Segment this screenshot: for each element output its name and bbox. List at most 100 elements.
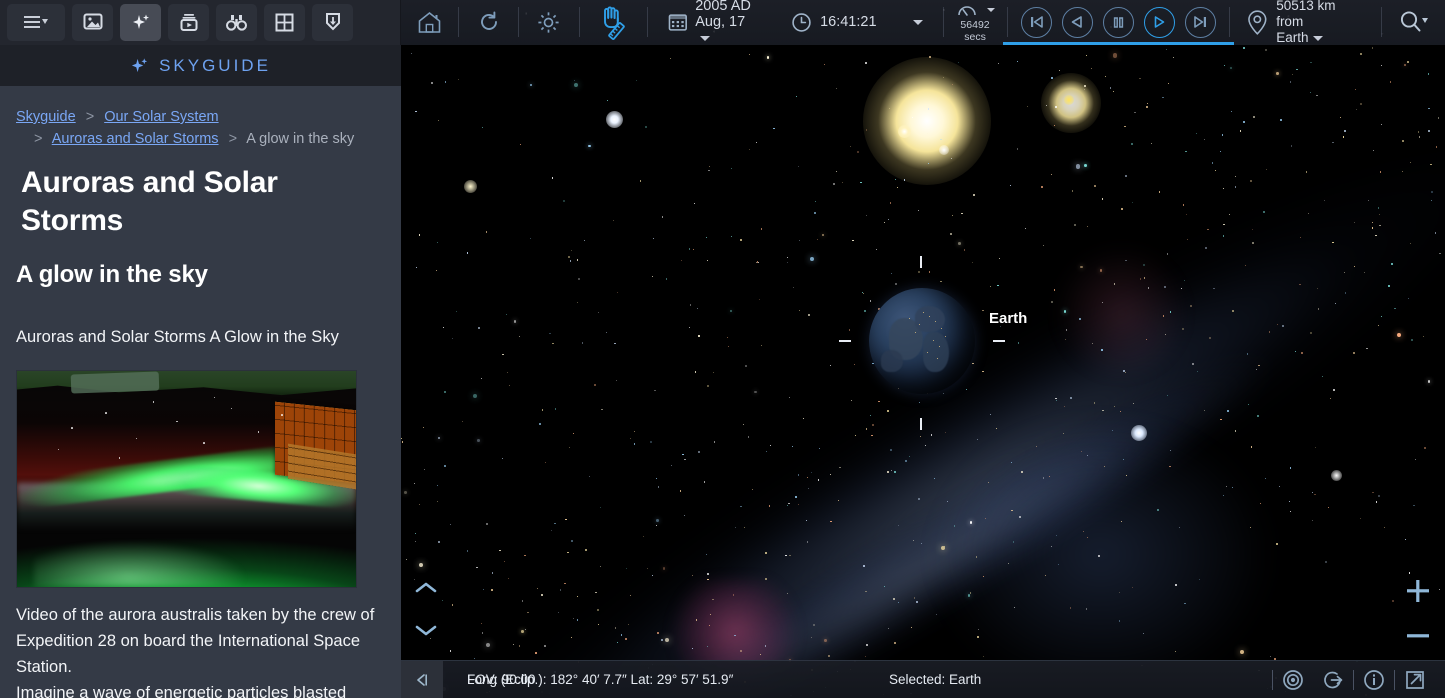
zoom-out-button[interactable] — [1405, 623, 1431, 649]
skyguide-button[interactable] — [120, 4, 161, 41]
star — [928, 108, 929, 109]
star — [890, 449, 892, 451]
star — [851, 400, 852, 401]
star — [563, 200, 565, 202]
jump-to-start-button[interactable] — [1021, 7, 1052, 38]
jump-to-end-button[interactable] — [1185, 7, 1216, 38]
star — [1296, 69, 1297, 70]
time-rate-selector[interactable]: 56492 secs — [956, 2, 995, 43]
location-selector[interactable]: 50513 km from Earth — [1246, 0, 1365, 45]
star — [1170, 311, 1171, 312]
sidebar-content: Skyguide > Our Solar System > Auroras an… — [0, 86, 401, 698]
chevron-down-icon — [700, 36, 710, 41]
bookmark-button[interactable] — [312, 4, 353, 41]
star — [654, 390, 655, 391]
star — [745, 365, 746, 366]
star — [894, 471, 896, 473]
collapse-sidebar-button[interactable] — [401, 661, 443, 698]
star — [730, 310, 733, 313]
star — [467, 252, 468, 253]
star — [473, 394, 477, 398]
star — [574, 83, 578, 87]
star — [524, 555, 525, 556]
rewind-button[interactable] — [1062, 7, 1093, 38]
star — [1025, 228, 1026, 229]
star — [1322, 376, 1323, 377]
star — [652, 276, 653, 277]
star — [866, 428, 867, 429]
star — [1332, 242, 1333, 243]
star — [1112, 430, 1113, 431]
breadcrumb-link-auroras-and-solar-storms[interactable]: Auroras and Solar Storms — [52, 131, 219, 147]
menu-dropdown-button[interactable] — [7, 4, 65, 41]
star — [849, 329, 850, 330]
star — [1276, 72, 1279, 75]
star — [814, 212, 816, 214]
grid-button[interactable] — [264, 4, 305, 41]
star — [1388, 285, 1389, 286]
star — [752, 489, 753, 490]
star — [577, 619, 578, 620]
star — [1054, 289, 1055, 290]
star — [692, 575, 693, 576]
star — [1280, 119, 1281, 120]
star — [402, 441, 403, 442]
play-icon — [1152, 15, 1166, 29]
star — [1428, 130, 1430, 132]
star — [767, 56, 770, 59]
star — [1113, 53, 1117, 57]
star — [940, 281, 941, 282]
star — [1231, 111, 1232, 112]
star — [1424, 447, 1426, 449]
gear-icon — [536, 10, 561, 35]
star — [537, 588, 538, 589]
star — [916, 601, 918, 603]
star — [1372, 492, 1373, 493]
center-target-icon — [1282, 669, 1304, 691]
star — [707, 573, 708, 574]
sky-view[interactable]: Earth — [401, 45, 1445, 698]
star — [1017, 61, 1018, 62]
media-button[interactable] — [168, 4, 209, 41]
star — [585, 549, 586, 550]
center-object-button[interactable] — [1273, 661, 1313, 698]
star — [1265, 49, 1267, 51]
info-button[interactable] — [1354, 661, 1394, 698]
application-window: 2005 AD Aug, 17 16:41:21 — [0, 0, 1445, 698]
home-button[interactable] — [401, 0, 458, 45]
hand-ruler-button[interactable] — [580, 0, 647, 45]
star — [796, 96, 797, 97]
time-selector[interactable]: 16:41:21 — [785, 12, 928, 33]
pause-button[interactable] — [1103, 7, 1134, 38]
star — [863, 293, 864, 294]
star — [1430, 164, 1431, 165]
sky-scroll-down-button[interactable] — [413, 620, 439, 640]
play-button[interactable] — [1144, 7, 1175, 38]
settings-button[interactable] — [519, 0, 578, 45]
image-button[interactable] — [72, 4, 113, 41]
open-external-button[interactable] — [1395, 661, 1435, 698]
star — [437, 242, 438, 243]
date-selector[interactable]: 2005 AD Aug, 17 — [662, 0, 766, 45]
star — [1315, 447, 1316, 448]
star — [799, 310, 800, 311]
sky-scroll-up-button[interactable] — [413, 578, 439, 598]
star — [998, 63, 999, 64]
star — [822, 234, 825, 237]
toolbar-right-group: 2005 AD Aug, 17 16:41:21 — [401, 0, 1445, 45]
breadcrumb-link-our-solar-system[interactable]: Our Solar System — [104, 109, 218, 125]
flip-view-button[interactable] — [1313, 661, 1353, 698]
star — [1251, 446, 1252, 447]
reload-button[interactable] — [459, 0, 518, 45]
star — [997, 285, 998, 286]
star — [866, 129, 867, 130]
search-button[interactable] — [1382, 0, 1445, 45]
breadcrumb-link-skyguide[interactable]: Skyguide — [16, 109, 76, 125]
star — [1243, 47, 1244, 48]
observing-button[interactable] — [216, 4, 257, 41]
zoom-in-button[interactable] — [1405, 578, 1431, 604]
star — [1222, 134, 1223, 135]
star — [1100, 269, 1103, 272]
earth-object[interactable]: Earth — [869, 288, 975, 394]
ruler-icon — [609, 23, 625, 40]
